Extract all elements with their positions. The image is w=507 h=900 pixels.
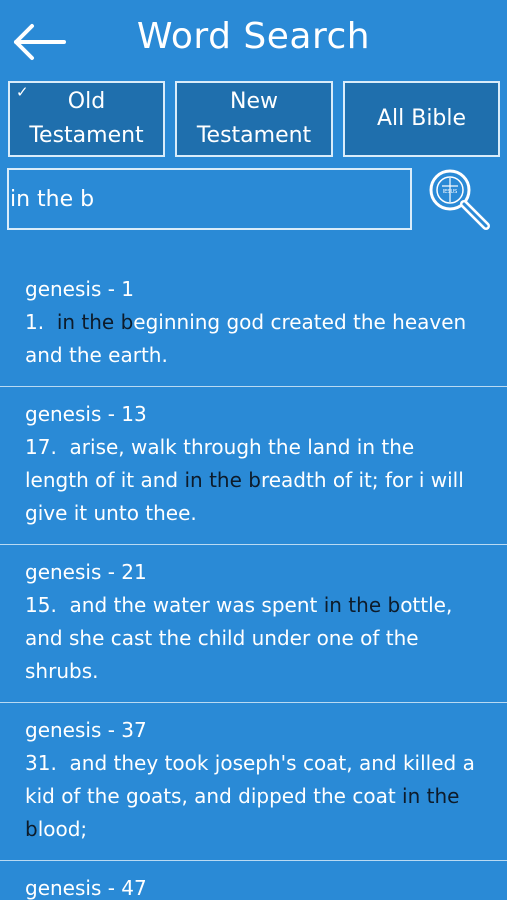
result-item[interactable]: genesis - 21 15. and the water was spent… (0, 545, 507, 703)
result-verse: 15. and the water was spent in the bottl… (25, 589, 483, 688)
result-reference: genesis - 47 (25, 876, 147, 900)
checkmark-icon: ✓ (16, 83, 29, 101)
result-reference: genesis - 37 (25, 718, 147, 742)
match-highlight: in the b (184, 468, 261, 492)
result-verse: 1. in the beginning god created the heav… (25, 306, 483, 372)
verse-text-after: lood; (37, 817, 88, 841)
verse-text-before (44, 310, 57, 334)
magnifier-icon: IESUS (429, 169, 490, 230)
page-title: Word Search (136, 16, 371, 57)
result-item[interactable]: genesis - 47 (0, 861, 507, 900)
verse-number: 17. (25, 435, 57, 459)
verse-number: 31. (25, 751, 57, 775)
new-testament-label: New Testament (196, 89, 312, 148)
result-reference: genesis - 13 (25, 402, 147, 426)
result-item[interactable]: genesis - 1 1. in the beginning god crea… (0, 262, 507, 387)
result-verse: 31. and they took joseph's coat, and kil… (25, 747, 483, 846)
old-testament-label: Old Testament (29, 89, 144, 148)
search-input[interactable] (7, 168, 412, 230)
magnifier-icon-text: IESUS (443, 189, 458, 195)
result-item[interactable]: genesis - 37 31. and they took joseph's … (0, 703, 507, 861)
result-item[interactable]: genesis - 13 17. arise, walk through the… (0, 387, 507, 545)
results-list: genesis - 1 1. in the beginning god crea… (0, 262, 507, 900)
result-reference: genesis - 1 (25, 277, 135, 301)
top-bar: Word Search (0, 0, 507, 80)
search-button[interactable]: IESUS (424, 166, 496, 236)
all-bible-label: All Bible (376, 106, 467, 131)
verse-number: 1. (25, 310, 45, 334)
all-bible-button[interactable]: All Bible (343, 81, 500, 157)
verse-text-before: and the water was spent (56, 593, 324, 617)
result-reference: genesis - 21 (25, 560, 147, 584)
match-highlight: in the b (56, 310, 134, 334)
old-testament-button[interactable]: ✓ Old Testament (8, 81, 165, 157)
new-testament-button[interactable]: New Testament (175, 81, 333, 157)
word-search-screen: Word Search ✓ Old Testament New Testamen… (0, 0, 507, 900)
result-verse: 17. arise, walk through the land in the … (25, 431, 483, 530)
match-highlight: in the b (323, 593, 401, 617)
verse-number: 15. (25, 593, 57, 617)
